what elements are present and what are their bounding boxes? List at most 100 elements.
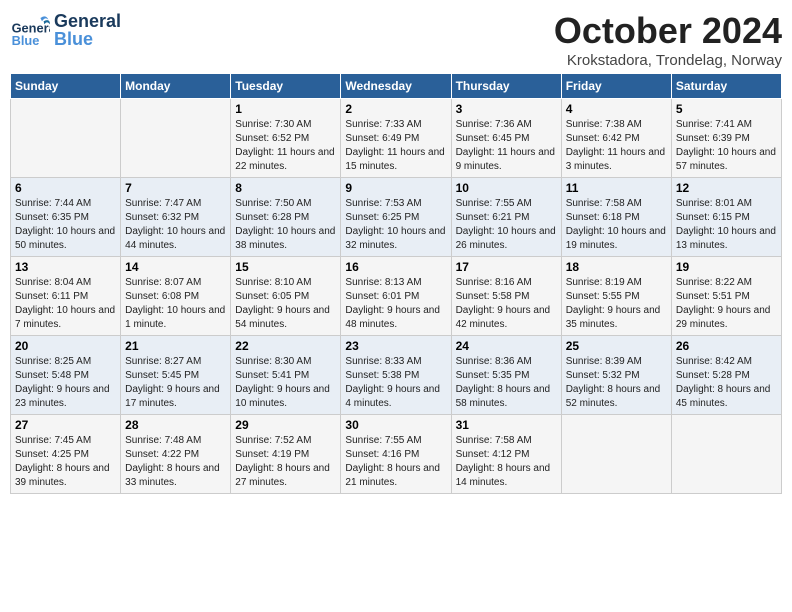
calendar-table: SundayMondayTuesdayWednesdayThursdayFrid… bbox=[10, 73, 782, 494]
day-number: 10 bbox=[456, 181, 557, 195]
day-number: 28 bbox=[125, 418, 226, 432]
calendar-cell: 18Sunrise: 8:19 AM Sunset: 5:55 PM Dayli… bbox=[561, 257, 671, 336]
day-number: 20 bbox=[15, 339, 116, 353]
day-number: 9 bbox=[345, 181, 446, 195]
title-block: October 2024 Krokstadora, Trondelag, Nor… bbox=[554, 10, 782, 69]
day-info: Sunrise: 8:30 AM Sunset: 5:41 PM Dayligh… bbox=[235, 355, 336, 411]
calendar-cell: 2 Sunrise: 7:33 AM Sunset: 6:49 PM Daylig… bbox=[341, 99, 451, 178]
calendar-cell bbox=[671, 415, 781, 494]
day-number: 16 bbox=[345, 260, 446, 274]
calendar-cell: 27Sunrise: 7:45 AM Sunset: 4:25 PM Dayli… bbox=[11, 415, 121, 494]
day-number: 7 bbox=[125, 181, 226, 195]
day-info: Sunrise: 7:53 AM Sunset: 6:25 PM Dayligh… bbox=[345, 197, 446, 253]
day-number: 2 bbox=[345, 102, 446, 116]
page-header: General Blue General Blue October 2024 K… bbox=[10, 10, 782, 69]
day-info: Sunrise: 7:50 AM Sunset: 6:28 PM Dayligh… bbox=[235, 197, 336, 253]
weekday-header-friday: Friday bbox=[561, 74, 671, 99]
day-info: Sunrise: 8:04 AM Sunset: 6:11 PM Dayligh… bbox=[15, 276, 116, 332]
day-info: Sunrise: 7:52 AM Sunset: 4:19 PM Dayligh… bbox=[235, 434, 336, 490]
weekday-header-sunday: Sunday bbox=[11, 74, 121, 99]
calendar-cell: 19 Sunrise: 8:22 AM Sunset: 5:51 PM Dayli… bbox=[671, 257, 781, 336]
calendar-cell: 25Sunrise: 8:39 AM Sunset: 5:32 PM Dayli… bbox=[561, 336, 671, 415]
day-number: 6 bbox=[15, 181, 116, 195]
weekday-header-saturday: Saturday bbox=[671, 74, 781, 99]
calendar-cell: 1 Sunrise: 7:30 AM Sunset: 6:52 PM Daylig… bbox=[231, 99, 341, 178]
day-info: Sunrise: 7:38 AM Sunset: 6:42 PM Dayligh… bbox=[566, 118, 667, 174]
calendar-cell: 7 Sunrise: 7:47 AM Sunset: 6:32 PM Daylig… bbox=[121, 178, 231, 257]
calendar-cell: 17 Sunrise: 8:16 AM Sunset: 5:58 PM Dayli… bbox=[451, 257, 561, 336]
calendar-week-row: 20 Sunrise: 8:25 AM Sunset: 5:48 PM Dayli… bbox=[11, 336, 782, 415]
logo-icon: General Blue bbox=[10, 10, 50, 50]
day-info: Sunrise: 8:01 AM Sunset: 6:15 PM Dayligh… bbox=[676, 197, 777, 253]
day-number: 15 bbox=[235, 260, 336, 274]
logo-general: General bbox=[54, 12, 121, 30]
day-info: Sunrise: 7:48 AM Sunset: 4:22 PM Dayligh… bbox=[125, 434, 226, 490]
day-number: 5 bbox=[676, 102, 777, 116]
svg-text:Blue: Blue bbox=[12, 33, 40, 48]
day-number: 24 bbox=[456, 339, 557, 353]
day-number: 11 bbox=[566, 181, 667, 195]
calendar-week-row: 6Sunrise: 7:44 AM Sunset: 6:35 PM Daylig… bbox=[11, 178, 782, 257]
day-number: 26 bbox=[676, 339, 777, 353]
calendar-cell: 12 Sunrise: 8:01 AM Sunset: 6:15 PM Dayli… bbox=[671, 178, 781, 257]
day-info: Sunrise: 7:58 AM Sunset: 6:18 PM Dayligh… bbox=[566, 197, 667, 253]
calendar-cell: 8 Sunrise: 7:50 AM Sunset: 6:28 PM Daylig… bbox=[231, 178, 341, 257]
calendar-cell: 14Sunrise: 8:07 AM Sunset: 6:08 PM Dayli… bbox=[121, 257, 231, 336]
day-number: 19 bbox=[676, 260, 777, 274]
day-number: 14 bbox=[125, 260, 226, 274]
weekday-header-tuesday: Tuesday bbox=[231, 74, 341, 99]
day-info: Sunrise: 7:47 AM Sunset: 6:32 PM Dayligh… bbox=[125, 197, 226, 253]
calendar-cell: 21Sunrise: 8:27 AM Sunset: 5:45 PM Dayli… bbox=[121, 336, 231, 415]
day-number: 23 bbox=[345, 339, 446, 353]
day-info: Sunrise: 7:45 AM Sunset: 4:25 PM Dayligh… bbox=[15, 434, 116, 490]
day-number: 31 bbox=[456, 418, 557, 432]
calendar-cell bbox=[561, 415, 671, 494]
day-info: Sunrise: 8:25 AM Sunset: 5:48 PM Dayligh… bbox=[15, 355, 116, 411]
weekday-header-row: SundayMondayTuesdayWednesdayThursdayFrid… bbox=[11, 74, 782, 99]
calendar-week-row: 27Sunrise: 7:45 AM Sunset: 4:25 PM Dayli… bbox=[11, 415, 782, 494]
day-number: 8 bbox=[235, 181, 336, 195]
day-info: Sunrise: 7:58 AM Sunset: 4:12 PM Dayligh… bbox=[456, 434, 557, 490]
day-number: 3 bbox=[456, 102, 557, 116]
calendar-cell: 26Sunrise: 8:42 AM Sunset: 5:28 PM Dayli… bbox=[671, 336, 781, 415]
calendar-cell: 29 Sunrise: 7:52 AM Sunset: 4:19 PM Dayli… bbox=[231, 415, 341, 494]
day-info: Sunrise: 7:55 AM Sunset: 6:21 PM Dayligh… bbox=[456, 197, 557, 253]
logo: General Blue General Blue bbox=[10, 10, 121, 50]
day-number: 12 bbox=[676, 181, 777, 195]
day-number: 29 bbox=[235, 418, 336, 432]
day-number: 13 bbox=[15, 260, 116, 274]
calendar-cell: 28 Sunrise: 7:48 AM Sunset: 4:22 PM Dayli… bbox=[121, 415, 231, 494]
calendar-week-row: 1 Sunrise: 7:30 AM Sunset: 6:52 PM Daylig… bbox=[11, 99, 782, 178]
day-info: Sunrise: 8:36 AM Sunset: 5:35 PM Dayligh… bbox=[456, 355, 557, 411]
day-info: Sunrise: 7:55 AM Sunset: 4:16 PM Dayligh… bbox=[345, 434, 446, 490]
calendar-cell bbox=[121, 99, 231, 178]
logo-blue: Blue bbox=[54, 30, 121, 48]
day-info: Sunrise: 7:33 AM Sunset: 6:49 PM Dayligh… bbox=[345, 118, 446, 174]
day-info: Sunrise: 8:13 AM Sunset: 6:01 PM Dayligh… bbox=[345, 276, 446, 332]
day-info: Sunrise: 8:22 AM Sunset: 5:51 PM Dayligh… bbox=[676, 276, 777, 332]
calendar-cell: 22Sunrise: 8:30 AM Sunset: 5:41 PM Dayli… bbox=[231, 336, 341, 415]
calendar-cell: 24 Sunrise: 8:36 AM Sunset: 5:35 PM Dayli… bbox=[451, 336, 561, 415]
day-info: Sunrise: 8:19 AM Sunset: 5:55 PM Dayligh… bbox=[566, 276, 667, 332]
day-info: Sunrise: 7:30 AM Sunset: 6:52 PM Dayligh… bbox=[235, 118, 336, 174]
calendar-cell: 20 Sunrise: 8:25 AM Sunset: 5:48 PM Dayli… bbox=[11, 336, 121, 415]
calendar-cell: 30Sunrise: 7:55 AM Sunset: 4:16 PM Dayli… bbox=[341, 415, 451, 494]
weekday-header-monday: Monday bbox=[121, 74, 231, 99]
calendar-cell: 31 Sunrise: 7:58 AM Sunset: 4:12 PM Dayli… bbox=[451, 415, 561, 494]
day-number: 1 bbox=[235, 102, 336, 116]
location: Krokstadora, Trondelag, Norway bbox=[554, 52, 782, 69]
weekday-header-thursday: Thursday bbox=[451, 74, 561, 99]
calendar-week-row: 13 Sunrise: 8:04 AM Sunset: 6:11 PM Dayli… bbox=[11, 257, 782, 336]
weekday-header-wednesday: Wednesday bbox=[341, 74, 451, 99]
calendar-cell: 4 Sunrise: 7:38 AM Sunset: 6:42 PM Daylig… bbox=[561, 99, 671, 178]
day-info: Sunrise: 8:16 AM Sunset: 5:58 PM Dayligh… bbox=[456, 276, 557, 332]
calendar-cell bbox=[11, 99, 121, 178]
calendar-cell: 10 Sunrise: 7:55 AM Sunset: 6:21 PM Dayli… bbox=[451, 178, 561, 257]
day-number: 17 bbox=[456, 260, 557, 274]
calendar-cell: 5Sunrise: 7:41 AM Sunset: 6:39 PM Daylig… bbox=[671, 99, 781, 178]
day-info: Sunrise: 8:39 AM Sunset: 5:32 PM Dayligh… bbox=[566, 355, 667, 411]
calendar-cell: 16 Sunrise: 8:13 AM Sunset: 6:01 PM Dayli… bbox=[341, 257, 451, 336]
day-number: 4 bbox=[566, 102, 667, 116]
day-info: Sunrise: 7:36 AM Sunset: 6:45 PM Dayligh… bbox=[456, 118, 557, 174]
calendar-cell: 15Sunrise: 8:10 AM Sunset: 6:05 PM Dayli… bbox=[231, 257, 341, 336]
